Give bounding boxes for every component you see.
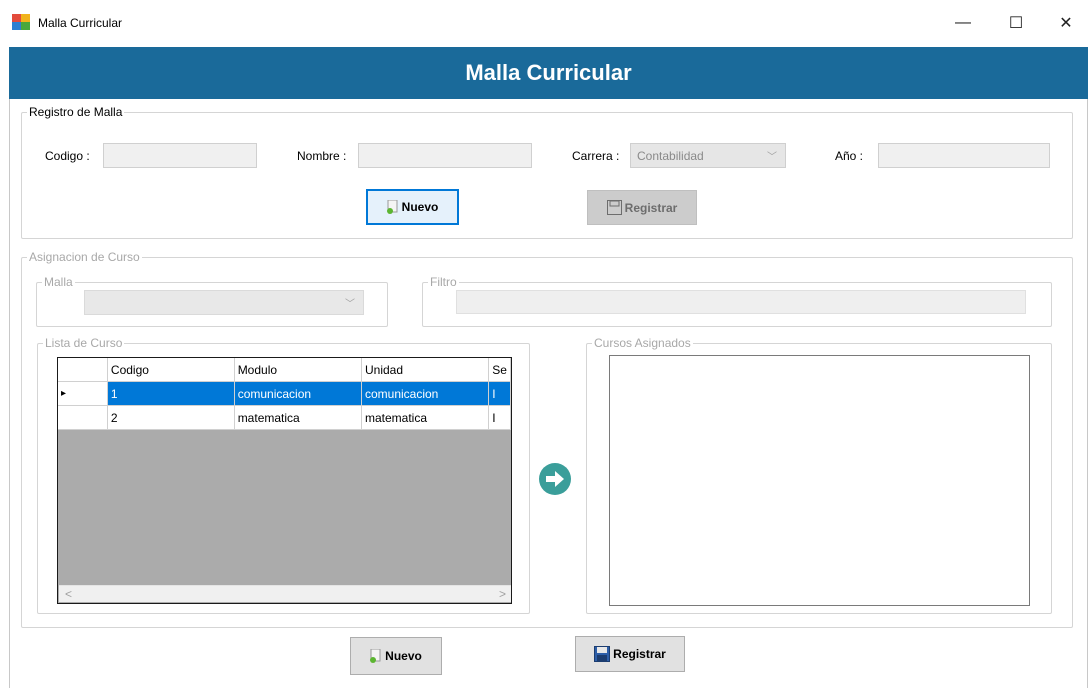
carrera-label: Carrera : (572, 149, 620, 163)
nuevo-button-bottom-label: Nuevo (385, 649, 422, 663)
codigo-label: Codigo : (45, 149, 90, 163)
header-banner: Malla Curricular (9, 47, 1088, 99)
carrera-value: Contabilidad (637, 148, 704, 163)
nombre-label: Nombre : (297, 149, 347, 163)
cursos-asignados-legend: Cursos Asignados (594, 336, 691, 350)
codigo-field[interactable] (103, 143, 257, 168)
anio-field[interactable] (878, 143, 1050, 168)
table-cell[interactable]: 1 (107, 381, 235, 406)
close-icon: ✕ (1059, 15, 1073, 32)
row-indicator-icon[interactable]: ▸ (58, 381, 108, 406)
cursos-grid[interactable]: Codigo Modulo Unidad Se ▸ 1 comunicacion… (57, 357, 512, 604)
table-row[interactable]: ▸ 1 comunicacion comunicacion I (58, 381, 511, 406)
table-row[interactable]: 2 matematica matematica I (58, 405, 511, 430)
cursos-asignados-list[interactable] (609, 355, 1030, 606)
lista-curso-legend: Lista de Curso (45, 336, 123, 350)
nuevo-button-top[interactable]: Nuevo (366, 189, 459, 225)
registrar-button-top-label: Registrar (624, 200, 678, 215)
row-header-corner (58, 358, 108, 382)
registrar-button-bottom[interactable]: Registrar (575, 636, 685, 672)
table-cell[interactable]: I (488, 381, 511, 406)
carrera-select[interactable]: Contabilidad ﹀ (630, 143, 786, 168)
form-border-right (1087, 99, 1088, 688)
chevron-down-icon: ﹀ (767, 152, 777, 163)
table-cell[interactable]: 2 (107, 405, 235, 430)
new-document-icon (386, 200, 398, 214)
title-bar: Malla Curricular — ☐ ✕ (0, 0, 1089, 45)
form-border-left (9, 99, 10, 688)
registro-legend: Registro de Malla (29, 105, 123, 119)
table-cell[interactable]: I (488, 405, 511, 430)
nuevo-button-bottom[interactable]: Nuevo (350, 637, 442, 675)
table-cell[interactable]: matematica (361, 405, 490, 430)
horizontal-scrollbar[interactable]: < > (59, 585, 511, 602)
table-cell[interactable]: comunicacion (361, 381, 490, 406)
filtro-legend: Filtro (430, 275, 457, 289)
save-icon (594, 646, 611, 662)
registrar-button-bottom-label: Registrar (613, 647, 666, 661)
nuevo-button-top-label: Nuevo (401, 200, 439, 214)
app-icon (12, 14, 30, 30)
scroll-right-icon[interactable]: > (499, 587, 506, 601)
anio-label: Año : (835, 149, 864, 163)
asignacion-legend: Asignacion de Curso (29, 250, 140, 264)
minimize-button[interactable]: — (940, 8, 986, 38)
save-icon (606, 200, 622, 215)
table-cell[interactable]: matematica (234, 405, 362, 430)
chevron-down-icon: ﹀ (345, 299, 355, 310)
column-header[interactable]: Modulo (234, 358, 362, 382)
filtro-field[interactable] (456, 290, 1026, 314)
table-header-row: Codigo Modulo Unidad Se (58, 358, 511, 382)
table-cell[interactable]: comunicacion (234, 381, 362, 406)
banner-title: Malla Curricular (465, 60, 632, 85)
nombre-field[interactable] (358, 143, 532, 168)
new-document-icon (370, 649, 381, 663)
scroll-left-icon[interactable]: < (65, 587, 72, 601)
minimize-icon: — (955, 14, 971, 31)
malla-legend: Malla (44, 275, 73, 289)
maximize-icon: ☐ (1008, 15, 1024, 32)
cursos-table: Codigo Modulo Unidad Se ▸ 1 comunicacion… (58, 358, 511, 430)
row-header[interactable] (58, 405, 108, 430)
column-header[interactable]: Unidad (361, 358, 490, 382)
transfer-arrow-icon[interactable] (538, 462, 572, 496)
registro-group: Registro de Malla (21, 105, 1073, 239)
window-title: Malla Curricular (38, 16, 123, 30)
registrar-button-top[interactable]: Registrar (587, 190, 697, 225)
column-header[interactable]: Se (488, 358, 511, 382)
close-button[interactable]: ✕ (1043, 8, 1089, 38)
maximize-button[interactable]: ☐ (993, 8, 1039, 38)
column-header[interactable]: Codigo (107, 358, 235, 382)
malla-select[interactable]: ﹀ (84, 290, 364, 315)
